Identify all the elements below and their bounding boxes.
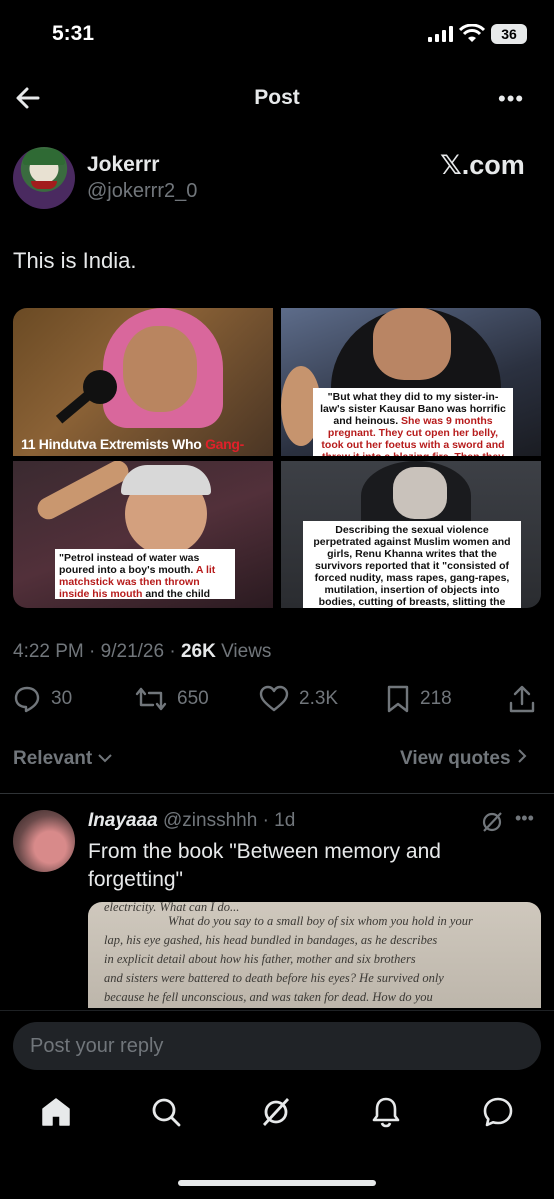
home-icon[interactable] bbox=[40, 1096, 72, 1128]
author-avatar[interactable] bbox=[13, 147, 75, 209]
image-3-quote: "Petrol instead of water was poured into… bbox=[55, 549, 235, 599]
reply-age: · 1d bbox=[262, 810, 296, 831]
image-2-quote: "But what they did to my sister-in-law's… bbox=[313, 388, 513, 456]
post-meta: 4:22 PM · 9/21/26 · 26K Views bbox=[13, 641, 272, 662]
microphone-shape bbox=[83, 370, 117, 404]
top-nav: Post ••• bbox=[0, 72, 554, 126]
chevron-down-icon bbox=[98, 754, 113, 763]
image-figure bbox=[121, 465, 211, 495]
caption-text: 11 Hindutva Extremists Who bbox=[21, 436, 206, 452]
post-time: 4:22 PM bbox=[13, 641, 84, 662]
book-line: What do you say to a small boy of six wh… bbox=[168, 914, 473, 928]
reply-avatar[interactable] bbox=[13, 810, 75, 872]
heart-icon bbox=[259, 685, 289, 712]
bookmark-count: 218 bbox=[420, 688, 452, 709]
share-icon bbox=[509, 685, 535, 713]
author-name[interactable]: Jokerrr bbox=[87, 153, 159, 177]
reply-author-handle[interactable]: @zinsshhh · 1d bbox=[163, 810, 295, 832]
avatar-mouth-shape bbox=[31, 181, 57, 189]
like-button[interactable]: 2.3K bbox=[259, 685, 338, 713]
cellular-signal-icon bbox=[428, 26, 453, 42]
view-quotes-link[interactable]: View quotes bbox=[400, 748, 528, 770]
action-bar: 30 650 2.3K 218 bbox=[0, 685, 554, 717]
page-title: Post bbox=[254, 86, 300, 109]
reply-author-name[interactable]: Inayaaa bbox=[88, 810, 158, 832]
media-grid[interactable]: 11 Hindutva Extremists Who Gang- "But wh… bbox=[13, 308, 541, 608]
post-text: This is India. bbox=[13, 248, 137, 273]
views-count[interactable]: 26K bbox=[181, 641, 216, 662]
views-label: Views bbox=[221, 641, 272, 662]
like-count: 2.3K bbox=[299, 688, 339, 709]
messages-icon[interactable] bbox=[482, 1096, 514, 1128]
book-line: and sisters were battered to death befor… bbox=[104, 971, 444, 985]
reply-icon bbox=[14, 686, 40, 713]
reply-more-icon[interactable]: ••• bbox=[515, 808, 534, 829]
book-line: in explicit detail about how his father,… bbox=[104, 952, 416, 966]
book-line: lap, his eye gashed, his head bundled in… bbox=[104, 933, 438, 947]
repost-button[interactable]: 650 bbox=[135, 685, 209, 713]
more-options-icon[interactable]: ••• bbox=[498, 86, 524, 112]
home-indicator bbox=[178, 1180, 376, 1186]
search-icon[interactable] bbox=[150, 1096, 182, 1128]
image-4-quote: Describing the sexual violence perpetrat… bbox=[303, 521, 521, 608]
bookmark-button[interactable]: 218 bbox=[386, 685, 452, 713]
image-figure bbox=[33, 461, 133, 524]
image-1-caption: 11 Hindutva Extremists Who Gang- bbox=[21, 436, 244, 452]
notifications-icon[interactable] bbox=[370, 1096, 402, 1128]
image-figure bbox=[393, 467, 447, 519]
repost-count: 650 bbox=[177, 688, 209, 709]
media-image-2[interactable]: "But what they did to my sister-in-law's… bbox=[281, 308, 541, 456]
divider bbox=[0, 793, 554, 794]
view-quotes-label: View quotes bbox=[400, 748, 511, 769]
media-image-1[interactable]: 11 Hindutva Extremists Who Gang- bbox=[13, 308, 273, 456]
sort-dropdown[interactable]: Relevant bbox=[13, 748, 113, 770]
source-watermark: 𝕏.com bbox=[440, 150, 525, 180]
bookmark-icon bbox=[387, 685, 409, 713]
caption-red-text: Gang- bbox=[205, 436, 245, 452]
reply-image[interactable]: electricity. What can I do... What do yo… bbox=[88, 902, 541, 1008]
quote-text: "Petrol instead of water was poured into… bbox=[59, 552, 200, 576]
wifi-icon bbox=[459, 24, 485, 42]
grok-icon[interactable] bbox=[480, 810, 504, 834]
reply-button[interactable]: 30 bbox=[13, 685, 72, 713]
repost-icon bbox=[135, 687, 167, 711]
image-figure bbox=[373, 308, 451, 380]
reply-handle-text: @zinsshhh bbox=[163, 810, 258, 831]
status-bar: 5:31 36 bbox=[0, 0, 554, 70]
reply-text: From the book "Between memory and forget… bbox=[88, 840, 441, 891]
book-line: because he fell unconscious, and was tak… bbox=[104, 990, 433, 1004]
share-button[interactable] bbox=[509, 685, 545, 713]
post-date: 9/21/26 bbox=[100, 641, 165, 662]
battery-indicator: 36 bbox=[491, 24, 527, 44]
reply-input-placeholder: Post your reply bbox=[30, 1035, 164, 1057]
grok-tab-icon[interactable] bbox=[260, 1096, 292, 1128]
status-time: 5:31 bbox=[52, 22, 95, 45]
media-image-4[interactable]: Describing the sexual violence perpetrat… bbox=[281, 461, 541, 608]
chevron-right-icon bbox=[518, 749, 527, 763]
sort-label: Relevant bbox=[13, 748, 93, 769]
avatar-hair-shape bbox=[23, 149, 65, 165]
media-image-3[interactable]: "Petrol instead of water was poured into… bbox=[13, 461, 273, 608]
author-handle[interactable]: @jokerrr2_0 bbox=[87, 180, 197, 203]
image-figure bbox=[123, 326, 197, 412]
reply-count: 30 bbox=[51, 688, 73, 709]
